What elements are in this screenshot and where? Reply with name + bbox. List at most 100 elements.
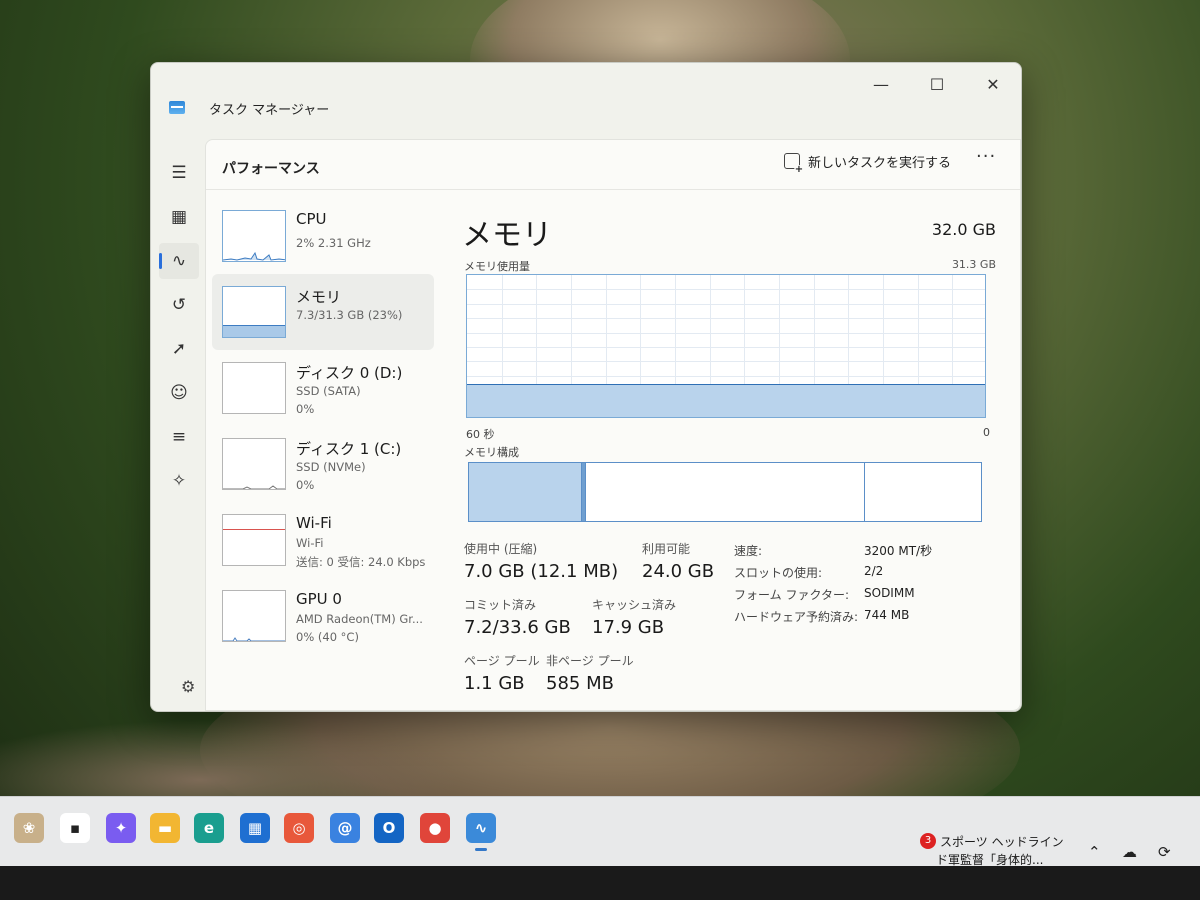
spec-hw-reserved-value: 744 MB <box>864 608 910 622</box>
more-options-button[interactable]: ··· <box>976 146 996 167</box>
users-icon[interactable]: ☺ <box>159 375 199 411</box>
app-history-icon[interactable]: ↺ <box>159 287 199 323</box>
run-task-icon <box>784 153 804 175</box>
detail-title: メモリ <box>462 218 552 253</box>
stat-value: 24.0 GB <box>642 561 715 582</box>
usage-graph-label: メモリ使用量 <box>464 260 530 273</box>
file-explorer-icon[interactable]: ▬ <box>150 813 180 843</box>
onedrive-icon[interactable]: ☁ <box>1122 843 1137 861</box>
run-new-task-label: 新しいタスクを実行する <box>808 155 952 171</box>
composition-standby[interactable] <box>585 463 865 521</box>
perf-item-disk-1[interactable]: ディスク 1 (C:) SSD (NVMe) 0% <box>212 426 434 502</box>
widgets-icon[interactable]: ❀ <box>14 813 44 843</box>
task-view-icon[interactable]: ▪ <box>60 813 90 843</box>
stat-nonpaged-pool: 非ページ プール 585 MB <box>546 652 634 694</box>
cpu-thumbnail-graph <box>222 210 286 262</box>
stat-in-use: 使用中 (圧縮) 7.0 GB (12.1 MB) <box>464 540 618 582</box>
perf-item-name: ディスク 0 (D:) <box>296 364 403 382</box>
graph-gridline <box>467 361 985 363</box>
chrome-icon[interactable]: ● <box>420 813 450 843</box>
perf-item-name: GPU 0 <box>296 590 342 608</box>
graph-axis-end: 0 <box>983 426 990 439</box>
copilot-icon[interactable]: ✦ <box>106 813 136 843</box>
performance-list: CPU 2% 2.31 GHz メモリ 7.3/31.3 GB (23%) ディ… <box>212 198 434 654</box>
spec-speed-value: 3200 MT/秒 <box>864 544 933 558</box>
graph-axis-start: 60 秒 <box>466 428 495 441</box>
perf-item-sub2: 0% (40 °C) <box>296 630 359 644</box>
memory-composition-bar <box>468 462 982 522</box>
page-title: パフォーマンス <box>222 161 320 177</box>
graph-gridline <box>467 332 985 334</box>
spec-form-factor-label: フォーム ファクター: <box>734 588 850 602</box>
perf-item-memory[interactable]: メモリ 7.3/31.3 GB (23%) <box>212 274 434 350</box>
task-manager-icon[interactable]: ∿ <box>466 813 496 851</box>
stat-committed: コミット済み 7.2/33.6 GB <box>464 596 571 638</box>
spec-slots-value: 2/2 <box>864 564 884 578</box>
store-icon[interactable]: ▦ <box>240 813 270 843</box>
chevron-up-icon[interactable]: ⌃ <box>1088 843 1101 861</box>
wifi-thumbnail-graph <box>222 514 286 566</box>
perf-item-sub2: 0% <box>296 478 315 492</box>
spec-slots-label: スロットの使用: <box>734 566 823 580</box>
composition-in-use[interactable] <box>469 463 582 521</box>
maximize-button[interactable]: ☐ <box>915 69 959 101</box>
hamburger-icon[interactable]: ☰ <box>159 155 199 191</box>
graph-gridline <box>467 375 985 377</box>
window-title: タスク マネージャー <box>209 103 330 118</box>
stat-label: コミット済み <box>464 598 537 612</box>
disk0-thumbnail-graph <box>222 362 286 414</box>
perf-item-sub: Wi-Fi <box>296 536 324 550</box>
total-memory: 32.0 GB <box>931 220 996 239</box>
sync-icon[interactable]: ⟳ <box>1158 843 1171 861</box>
title-bar[interactable]: タスク マネージャー — ☐ ✕ <box>151 63 1021 119</box>
perf-item-sub2: 送信: 0 受信: 24.0 Kbps <box>296 555 426 569</box>
perf-item-name: CPU <box>296 210 327 228</box>
close-button[interactable]: ✕ <box>971 69 1015 101</box>
perf-item-sub: 7.3/31.3 GB (23%) <box>296 308 403 322</box>
recorder-icon[interactable]: ◎ <box>284 813 314 843</box>
memory-usage-fill <box>467 384 985 417</box>
outlook-icon[interactable]: O <box>374 813 404 843</box>
graph-gridline <box>467 289 985 291</box>
stat-available: 利用可能 24.0 GB <box>642 540 714 582</box>
mail-icon[interactable]: @ <box>330 813 360 843</box>
details-icon[interactable]: ≡ <box>159 419 199 455</box>
perf-item-cpu[interactable]: CPU 2% 2.31 GHz <box>212 198 434 274</box>
run-new-task-button[interactable]: 新しいタスクを実行する <box>784 148 952 175</box>
edge-icon[interactable]: e <box>194 813 224 843</box>
graph-gridline <box>467 303 985 305</box>
disk1-thumbnail-graph <box>222 438 286 490</box>
content-pane: パフォーマンス 新しいタスクを実行する ··· CPU 2% 2.31 GHz … <box>205 139 1021 711</box>
perf-item-sub2: 0% <box>296 402 315 416</box>
task-manager-app-icon <box>169 101 185 114</box>
news-badge: 3 <box>920 833 936 849</box>
performance-icon[interactable]: ∿ <box>159 243 199 279</box>
startup-apps-icon[interactable]: ➚ <box>159 331 199 367</box>
stat-label: 使用中 (圧縮) <box>464 542 538 556</box>
stat-label: キャッシュ済み <box>592 598 677 612</box>
perf-item-gpu-0[interactable]: GPU 0 AMD Radeon(TM) Gr... 0% (40 °C) <box>212 578 434 654</box>
perf-item-wifi[interactable]: Wi-Fi Wi-Fi 送信: 0 受信: 24.0 Kbps <box>212 502 434 578</box>
stat-value: 7.0 GB (12.1 MB) <box>464 561 619 582</box>
services-icon[interactable]: ✧ <box>159 463 199 499</box>
minimize-button[interactable]: — <box>859 69 903 101</box>
graph-gridline <box>467 347 985 348</box>
spec-form-factor-value: SODIMM <box>864 586 915 600</box>
stat-value: 17.9 GB <box>592 617 665 638</box>
laptop-bezel <box>0 866 1200 900</box>
stat-label: 利用可能 <box>642 542 691 556</box>
stat-cached: キャッシュ済み 17.9 GB <box>592 596 676 638</box>
perf-item-name: ディスク 1 (C:) <box>296 440 402 458</box>
perf-item-disk-0[interactable]: ディスク 0 (D:) SSD (SATA) 0% <box>212 350 434 426</box>
composition-free[interactable] <box>864 463 973 521</box>
taskbar: ❀ ▪ ✦ ▬ e ▦ ◎ @ O ● ∿ 3 スポーツ ヘッドライン ド軍監督「身体的... ⌃ ☁… <box>0 796 1200 867</box>
stat-value: 7.2/33.6 GB <box>464 617 571 638</box>
stat-paged-pool: ページ プール 1.1 GB <box>464 652 540 694</box>
news-title: スポーツ ヘッドライン <box>940 835 1064 849</box>
settings-icon[interactable]: ⚙ <box>181 677 195 696</box>
task-manager-window: タスク マネージャー — ☐ ✕ ☰ ▦ ∿ ↺ ➚ ☺ ≡ ✧ ⚙ パフォーマンス 新しいタ… <box>150 62 1022 712</box>
stat-label: ページ プール <box>464 654 540 668</box>
processes-icon[interactable]: ▦ <box>159 199 199 235</box>
memory-thumbnail-graph <box>222 286 286 338</box>
perf-item-sub: 2% 2.31 GHz <box>296 236 371 250</box>
